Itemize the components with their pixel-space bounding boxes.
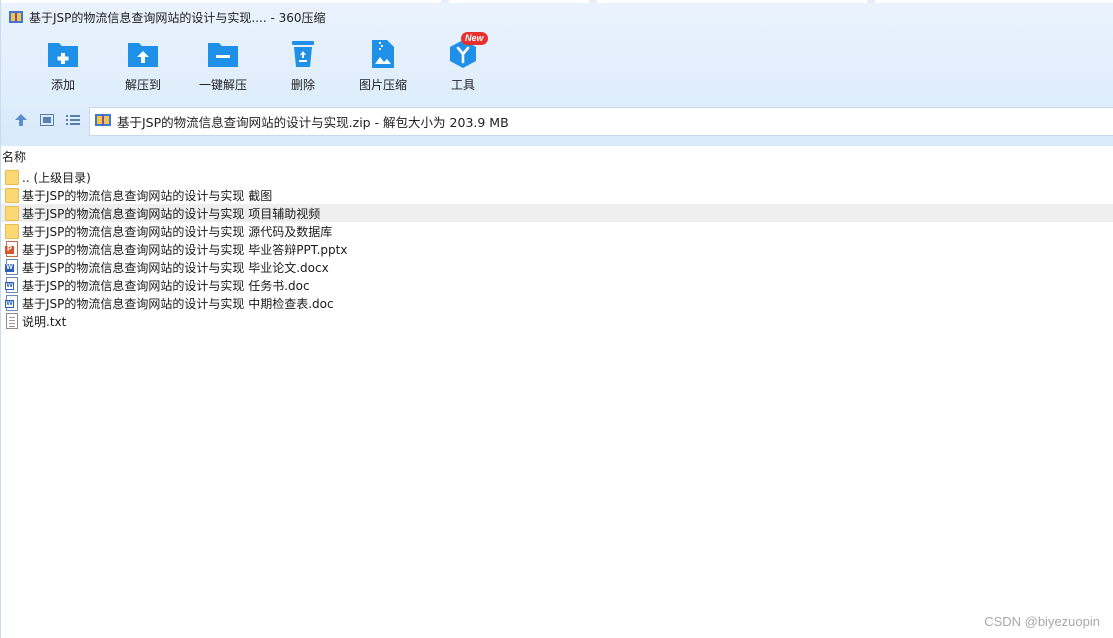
add-folder-icon — [46, 38, 80, 70]
list-item[interactable]: 说明.txt — [1, 312, 1113, 330]
list-item[interactable]: W 基于JSP的物流信息查询网站的设计与实现 毕业论文.docx — [1, 258, 1113, 276]
list-item[interactable]: 基于JSP的物流信息查询网站的设计与实现 源代码及数据库 — [1, 222, 1113, 240]
word-file-icon: W — [5, 259, 19, 275]
file-name: 基于JSP的物流信息查询网站的设计与实现 毕业答辩PPT.pptx — [22, 242, 348, 257]
list-item[interactable]: 基于JSP的物流信息查询网站的设计与实现 项目辅助视频 — [1, 204, 1113, 222]
list-item[interactable]: W 基于JSP的物流信息查询网站的设计与实现 任务书.doc — [1, 276, 1113, 294]
image-compress-button[interactable]: 图片压缩 — [343, 38, 423, 96]
thumbnail-view-button[interactable] — [34, 109, 60, 135]
column-header-name[interactable]: 名称 — [2, 148, 26, 164]
new-badge: New — [461, 32, 488, 45]
extract-to-label: 解压到 — [124, 78, 161, 92]
folder-icon — [5, 187, 19, 203]
list-item[interactable]: 基于JSP的物流信息查询网站的设计与实现 截图 — [1, 186, 1113, 204]
folder-icon — [5, 205, 19, 221]
file-list: .. (上级目录) 基于JSP的物流信息查询网站的设计与实现 截图 基于JSP的… — [1, 168, 1113, 330]
extract-to-icon — [126, 38, 160, 70]
list-view-button[interactable] — [60, 109, 86, 135]
delete-button[interactable]: 删除 — [263, 38, 343, 96]
zip-file-icon — [95, 113, 111, 130]
list-view-icon — [66, 114, 80, 129]
add-button[interactable]: 添加 — [23, 38, 103, 96]
tools-button[interactable]: New 工具 — [423, 32, 503, 96]
image-compress-icon — [366, 38, 400, 70]
window-title: 基于JSP的物流信息查询网站的设计与实现.... - 360压缩 — [29, 10, 326, 25]
one-click-extract-label: 一键解压 — [198, 78, 247, 92]
add-label: 添加 — [50, 78, 75, 92]
folder-icon — [5, 169, 19, 185]
file-name: 说明.txt — [22, 314, 67, 329]
one-click-extract-button[interactable]: 一键解压 — [183, 38, 263, 96]
top-area: 基于JSP的物流信息查询网站的设计与实现.... - 360压缩 添加 解压到 … — [1, 0, 1113, 146]
toolbar: 添加 解压到 一键解压 删除 图片压缩 New 工具 — [23, 32, 503, 96]
extract-to-button[interactable]: 解压到 — [103, 38, 183, 96]
address-text: 基于JSP的物流信息查询网站的设计与实现.zip - 解包大小为 203.9 M… — [117, 115, 509, 130]
image-compress-label: 图片压缩 — [358, 78, 407, 92]
up-arrow-icon — [14, 113, 28, 130]
watermark: CSDN @biyezuopin — [984, 614, 1100, 629]
up-level-button[interactable] — [8, 109, 34, 135]
word-file-icon: W — [5, 277, 19, 293]
list-item-parent-directory[interactable]: .. (上级目录) — [1, 168, 1113, 186]
file-name: 基于JSP的物流信息查询网站的设计与实现 源代码及数据库 — [22, 224, 333, 239]
file-name: 基于JSP的物流信息查询网站的设计与实现 项目辅助视频 — [22, 206, 321, 221]
list-item[interactable]: P 基于JSP的物流信息查询网站的设计与实现 毕业答辩PPT.pptx — [1, 240, 1113, 258]
thumbnail-view-icon — [40, 114, 54, 129]
title-bar: 基于JSP的物流信息查询网站的设计与实现.... - 360压缩 — [9, 8, 326, 26]
folder-icon — [5, 223, 19, 239]
delete-label: 删除 — [290, 78, 315, 92]
app-window: 基于JSP的物流信息查询网站的设计与实现.... - 360压缩 添加 解压到 … — [0, 0, 1113, 638]
archive-app-icon — [9, 10, 23, 24]
powerpoint-file-icon: P — [5, 241, 19, 257]
file-list-area: 名称 .. (上级目录) 基于JSP的物流信息查询网站的设计与实现 截图 基于J… — [1, 146, 1113, 638]
tools-label: 工具 — [450, 78, 475, 92]
file-name: 基于JSP的物流信息查询网站的设计与实现 毕业论文.docx — [22, 260, 329, 275]
list-item[interactable]: W 基于JSP的物流信息查询网站的设计与实现 中期检查表.doc — [1, 294, 1113, 312]
file-name: 基于JSP的物流信息查询网站的设计与实现 截图 — [22, 188, 273, 203]
recycle-bin-icon — [286, 38, 320, 70]
file-name: 基于JSP的物流信息查询网站的设计与实现 中期检查表.doc — [22, 296, 334, 311]
navigation-bar: 基于JSP的物流信息查询网站的设计与实现.zip - 解包大小为 203.9 M… — [1, 107, 1113, 136]
one-click-extract-icon — [206, 38, 240, 70]
top-strip — [1, 0, 1113, 3]
file-name: 基于JSP的物流信息查询网站的设计与实现 任务书.doc — [22, 278, 310, 293]
word-file-icon: W — [5, 295, 19, 311]
text-file-icon — [5, 313, 19, 329]
address-bar[interactable]: 基于JSP的物流信息查询网站的设计与实现.zip - 解包大小为 203.9 M… — [89, 107, 1113, 136]
file-name: .. (上级目录) — [22, 170, 91, 185]
